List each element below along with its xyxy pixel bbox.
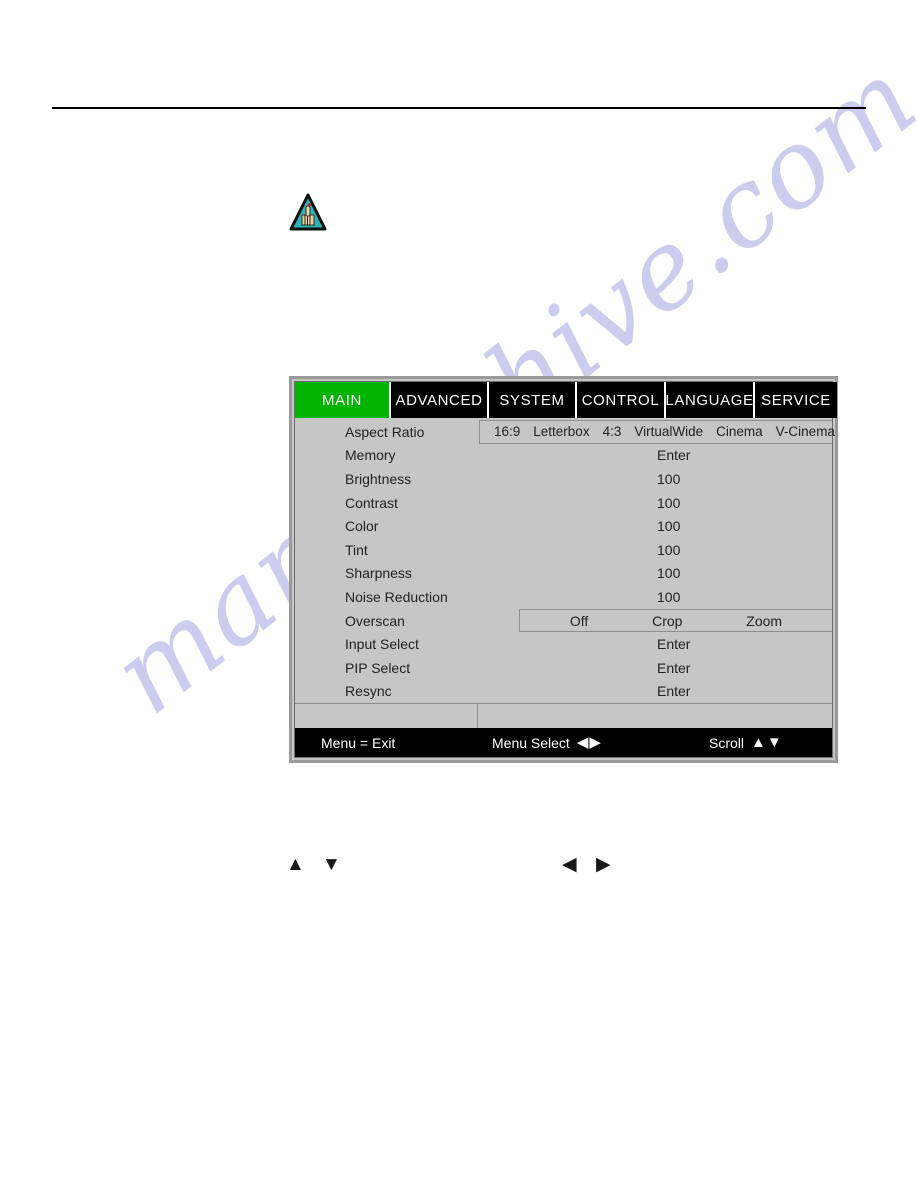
menu-row-label: Brightness (345, 470, 412, 487)
menu-row-value[interactable]: 100 (657, 542, 680, 558)
menu-row-label: Tint (345, 541, 368, 558)
menu-row-label: Input Select (345, 636, 419, 653)
up-arrow-icon[interactable]: ▲ (751, 735, 766, 750)
tab-main[interactable]: MAIN (295, 382, 391, 418)
menu-row-label: Sharpness (345, 565, 412, 582)
footer-menu-select-label: Menu Select (492, 734, 570, 751)
overscan-option-off[interactable]: Off (570, 613, 588, 629)
menu-row-overscan[interactable]: Overscan Off Crop Zoom (295, 608, 832, 633)
menu-row-sharpness[interactable]: Sharpness 100 (295, 562, 832, 586)
osd-lower-left-cell (295, 704, 478, 728)
menu-row-label: Aspect Ratio (345, 423, 425, 440)
menu-row-memory[interactable]: Memory Enter (295, 444, 832, 468)
menu-row-contrast[interactable]: Contrast 100 (295, 491, 832, 515)
body-up-arrow-icon: ▲ (286, 854, 305, 875)
menu-row-value[interactable]: Enter (657, 636, 690, 652)
menu-row-label: Resync (345, 683, 392, 700)
aspect-option-v-cinema[interactable]: V-Cinema (776, 424, 835, 439)
left-arrow-icon[interactable]: ◀ (577, 735, 589, 750)
tab-system[interactable]: SYSTEM (489, 382, 577, 418)
tab-service[interactable]: SERVICE (755, 382, 837, 418)
tab-service-label: SERVICE (761, 391, 831, 409)
tab-advanced[interactable]: ADVANCED (391, 382, 489, 418)
menu-row-value[interactable]: 100 (657, 565, 680, 581)
overscan-option-zoom[interactable]: Zoom (746, 613, 782, 629)
osd-lower-pane (295, 703, 832, 728)
footer-scroll-label: Scroll (709, 734, 745, 751)
menu-row-label: Contrast (345, 494, 398, 511)
footer-scroll-arrows: ▲ ▼ (751, 735, 782, 750)
menu-row-label: PIP Select (345, 659, 411, 676)
overscan-option-crop[interactable]: Crop (652, 613, 682, 629)
menu-row-value[interactable]: 100 (657, 495, 680, 511)
menu-row-brightness[interactable]: Brightness 100 (295, 467, 832, 491)
aspect-ratio-option-strip: 16:9 Letterbox 4:3 VirtualWide Cinema V-… (479, 420, 835, 444)
osd-tab-strip: MAIN ADVANCED SYSTEM CONTROL LANGUAGE SE… (295, 382, 837, 418)
tab-language-label: LANGUAGE (665, 391, 754, 409)
menu-row-value[interactable]: Enter (657, 447, 690, 463)
menu-row-value[interactable]: 100 (657, 471, 680, 487)
tab-control-label: CONTROL (581, 391, 660, 409)
footer-menu-select-hint: Menu Select ◀ ▶ (492, 735, 601, 751)
footer-exit-hint: Menu = Exit (321, 734, 396, 751)
menu-row-value[interactable]: 100 (657, 518, 680, 534)
footer-select-arrows: ◀ ▶ (577, 735, 601, 750)
menu-row-label: Overscan (345, 612, 405, 629)
tab-language[interactable]: LANGUAGE (665, 382, 755, 418)
osd-menu-rows: Aspect Ratio 16:9 Letterbox 4:3 VirtualW… (295, 418, 835, 704)
menu-row-value[interactable]: Enter (657, 660, 690, 676)
menu-row-value[interactable]: Enter (657, 683, 690, 699)
menu-row-label: Color (345, 518, 379, 535)
menu-row-noise-reduction[interactable]: Noise Reduction 100 (295, 585, 832, 609)
note-hand-triangle-icon (289, 193, 327, 232)
menu-row-tint[interactable]: Tint 100 (295, 538, 832, 562)
menu-row-label: Noise Reduction (345, 588, 448, 605)
osd-lower-right-cell (478, 704, 832, 728)
menu-row-value[interactable]: 100 (657, 589, 680, 605)
aspect-option-cinema[interactable]: Cinema (716, 424, 763, 439)
header-divider-rule (52, 107, 866, 109)
overscan-option-strip: Off Crop Zoom (519, 608, 832, 633)
aspect-option-16-9[interactable]: 16:9 (494, 424, 520, 439)
right-arrow-icon[interactable]: ▶ (589, 735, 601, 750)
menu-row-pip-select[interactable]: PIP Select Enter (295, 656, 832, 680)
tab-system-label: SYSTEM (499, 391, 565, 409)
tab-control[interactable]: CONTROL (577, 382, 666, 418)
body-right-arrow-icon: ▶ (596, 854, 611, 875)
tab-advanced-label: ADVANCED (395, 391, 483, 409)
aspect-option-virtualwide[interactable]: VirtualWide (634, 424, 703, 439)
menu-row-label: Memory (345, 447, 396, 464)
footer-scroll-hint: Scroll ▲ ▼ (709, 735, 782, 751)
tab-main-label: MAIN (322, 391, 362, 409)
down-arrow-icon[interactable]: ▼ (767, 735, 782, 750)
menu-row-aspect-ratio[interactable]: Aspect Ratio 16:9 Letterbox 4:3 VirtualW… (295, 420, 835, 444)
osd-footer-bar: Menu = Exit Menu Select ◀ ▶ Scroll ▲ ▼ (295, 728, 832, 757)
menu-row-resync[interactable]: Resync Enter (295, 680, 832, 704)
aspect-option-letterbox[interactable]: Letterbox (533, 424, 589, 439)
osd-menu-panel: MAIN ADVANCED SYSTEM CONTROL LANGUAGE SE… (289, 376, 838, 763)
body-down-arrow-icon: ▼ (322, 854, 341, 875)
aspect-option-4-3[interactable]: 4:3 (603, 424, 622, 439)
menu-row-input-select[interactable]: Input Select Enter (295, 632, 832, 656)
body-left-arrow-icon: ◀ (562, 854, 577, 875)
menu-row-color[interactable]: Color 100 (295, 514, 832, 538)
